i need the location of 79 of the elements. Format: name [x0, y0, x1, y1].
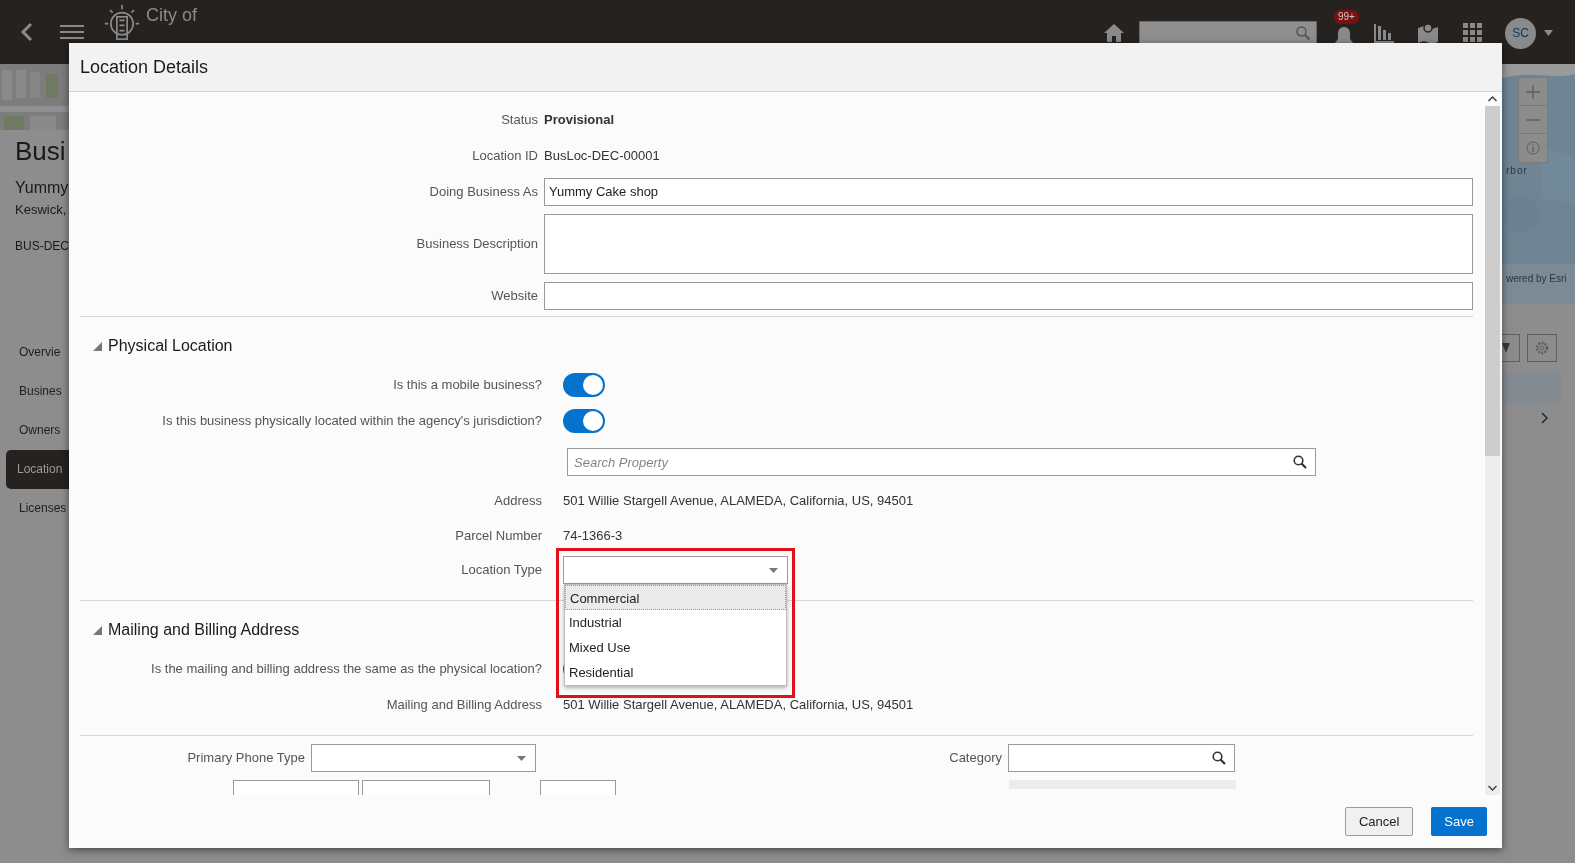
section-title[interactable]: Physical Location [108, 334, 233, 358]
input-field[interactable]: Yummy Cake shop [544, 177, 1473, 206]
map-attribution: wered by Esri [1506, 272, 1567, 286]
field-label: Status [500, 111, 538, 130]
field-label: Doing Business As [428, 182, 538, 201]
bell-icon[interactable] [1334, 26, 1354, 46]
select-field[interactable] [311, 744, 536, 772]
chevron-right-icon[interactable] [1541, 412, 1548, 424]
scrollbar-thumb[interactable] [1485, 106, 1500, 456]
nav-item[interactable]: Licenses [6, 488, 69, 528]
business-city: Keswick, [15, 201, 68, 219]
table-header [1502, 372, 1562, 403]
nav-item[interactable]: Owners [6, 410, 69, 450]
record-id: BUS-DEC [15, 237, 69, 255]
field-label: Location Type [460, 561, 542, 580]
field-value: BusLoc-DEC-00001 [544, 147, 660, 166]
nav-item[interactable]: Overvie [6, 332, 69, 372]
scroll-up-icon[interactable] [1485, 92, 1500, 106]
input-field[interactable] [540, 780, 616, 795]
field-label: Category [948, 749, 1002, 768]
filter-button[interactable] [1502, 334, 1520, 362]
notification-badge: 99+ [1334, 10, 1359, 24]
field-label: Business Description [415, 234, 538, 253]
nav-item[interactable]: Location [6, 449, 69, 489]
caret-icon [769, 567, 778, 573]
collapse-icon[interactable] [93, 625, 102, 635]
field-label: Is the mailing and billing address the same as the physical location? [150, 660, 542, 679]
plus-icon [1526, 84, 1540, 99]
logo-text: City of [146, 6, 197, 24]
menu-icon[interactable] [60, 24, 84, 40]
dialog-title: Location Details [80, 55, 209, 79]
select-field[interactable] [563, 556, 788, 584]
dropdown-option[interactable]: Mixed Use [565, 635, 786, 660]
dropdown-option[interactable]: Industrial [565, 610, 786, 635]
search-field[interactable] [1139, 20, 1317, 46]
field-value: 501 Willie Stargell Avenue, ALAMEDA, California, US, 94501 [563, 491, 914, 510]
scrollbar[interactable] [1485, 92, 1500, 795]
apps-grid-icon[interactable] [1463, 23, 1483, 43]
caret-icon[interactable] [1544, 30, 1553, 36]
map-label: rbor [1506, 164, 1528, 178]
dropdown-option[interactable]: Residential [565, 660, 786, 685]
search-icon [1296, 26, 1310, 40]
collapse-icon[interactable] [93, 341, 102, 351]
search-icon [1293, 455, 1307, 469]
field-label: Mailing and Billing Address [385, 695, 542, 714]
toggle-switch[interactable] [563, 373, 605, 397]
back-icon[interactable] [20, 22, 34, 42]
text-area[interactable] [544, 213, 1473, 274]
search-icon [1212, 751, 1226, 765]
business-name: Yummy [15, 178, 69, 198]
field-value: 501 Willie Stargell Avenue, ALAMEDA, California, US, 94501 [563, 695, 914, 714]
field-label: Parcel Number [454, 526, 542, 545]
nav-item[interactable]: Busines [6, 371, 69, 411]
section-title[interactable]: Mailing and Billing Address [108, 618, 300, 642]
field-label: Is this business physically located within the agency's jurisdiction? [161, 412, 542, 431]
toggle-switch[interactable] [563, 409, 605, 433]
caret-icon [517, 755, 526, 761]
map-pin-icon[interactable] [1417, 22, 1439, 44]
field-label: Address [493, 491, 542, 510]
home-icon[interactable] [1103, 23, 1125, 43]
input-field[interactable] [362, 780, 490, 795]
field-value: Provisional [544, 111, 615, 130]
search-field[interactable]: Search Property [567, 448, 1316, 476]
search-field[interactable] [1008, 744, 1235, 772]
input-field[interactable] [544, 281, 1473, 310]
field-value: 74-1366-3 [563, 526, 623, 545]
info-icon [1526, 141, 1540, 155]
save-button[interactable]: Save [1431, 807, 1487, 836]
cancel-button[interactable]: Cancel [1344, 807, 1414, 836]
settings-icon [1535, 341, 1549, 355]
input-field[interactable] [233, 780, 359, 795]
field-label: Primary Phone Type [186, 749, 305, 768]
lightbulb-building-icon [104, 4, 140, 40]
field-label: Is this a mobile business? [392, 376, 542, 395]
field-label: Website [490, 286, 538, 305]
dropdown-option[interactable]: Commercial [565, 585, 786, 610]
field-label: Location ID [471, 147, 538, 166]
page-title: Busi [15, 135, 67, 168]
bar-chart-icon[interactable] [1373, 22, 1395, 44]
